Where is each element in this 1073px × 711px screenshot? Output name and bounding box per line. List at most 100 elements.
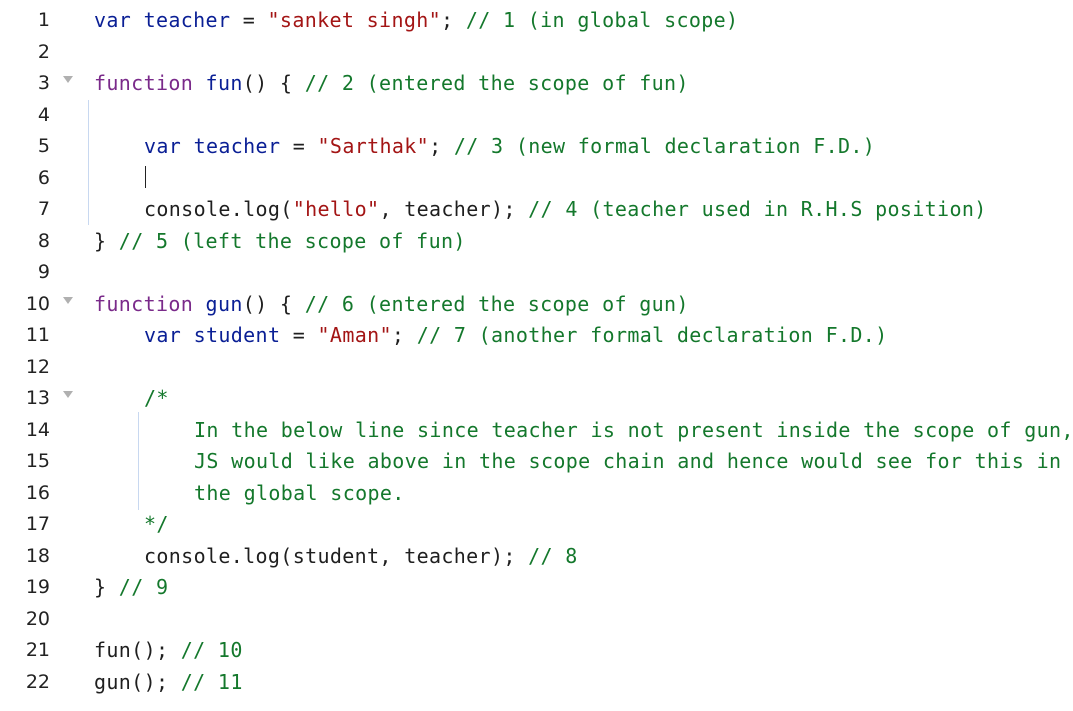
code-token: "sanket singh" <box>267 8 442 32</box>
code-token: // 8 <box>528 543 578 568</box>
code-text: } // 5 (left the scope of fun) <box>94 229 466 253</box>
code-line[interactable]: 21 fun(); // 10 <box>0 634 1073 665</box>
code-token: ; <box>441 8 466 32</box>
code-token: () { <box>242 291 305 316</box>
code-token: JS would like above in the scope chain a… <box>194 449 1062 473</box>
code-token: var <box>144 323 182 347</box>
code-token: teacher <box>193 134 281 158</box>
code-token: gun(); <box>94 669 181 694</box>
code-line[interactable]: 5 var teacher = "Sarthak"; // 3 (new form… <box>0 130 1073 161</box>
line-number: 8 <box>37 229 50 252</box>
line-number: 12 <box>25 355 50 378</box>
code-line[interactable]: 19 } // 9 <box>0 571 1073 602</box>
code-token: // 3 (new formal declaration F.D.) <box>453 134 876 158</box>
code-line[interactable]: 17 */ <box>0 508 1073 539</box>
code-token: // 6 (entered the scope of gun) <box>304 291 689 316</box>
line-number: 5 <box>37 135 50 157</box>
code-text: } // 9 <box>94 575 168 599</box>
code-token: // 5 (left the scope of fun) <box>118 228 466 253</box>
code-line[interactable]: 16 the global scope. <box>0 477 1073 508</box>
line-number: 16 <box>25 481 50 504</box>
code-text: console.log(student, teacher); // 8 <box>144 544 578 568</box>
code-token: console.log( <box>144 197 293 221</box>
code-text: In the below line since teacher is not p… <box>194 418 1073 442</box>
line-number: 1 <box>37 9 50 31</box>
code-line[interactable]: 15 JS would like above in the scope chain… <box>0 445 1073 476</box>
code-text: function fun() { // 2 (entered the scope… <box>94 71 689 95</box>
code-line[interactable]: 13 /* <box>0 382 1073 413</box>
fold-chevron-icon[interactable] <box>63 296 73 304</box>
code-line[interactable]: 18 console.log(student, teacher); // 8 <box>0 540 1073 571</box>
code-editor[interactable]: 1 var teacher = "sanket singh"; // 1 (in … <box>0 0 1073 711</box>
code-text: /* <box>144 386 169 410</box>
code-line[interactable]: 22 gun(); // 11 <box>0 666 1073 697</box>
code-line[interactable]: 11 var student = "Aman"; // 7 (another fo… <box>0 319 1073 350</box>
code-token: // 7 (another formal declaration F.D.) <box>416 323 888 347</box>
code-token: ; <box>391 323 417 347</box>
line-number: 14 <box>25 418 50 441</box>
indent-guide <box>88 100 89 225</box>
line-number: 13 <box>25 387 50 409</box>
code-token: } <box>94 228 119 253</box>
code-line[interactable]: 3 function fun() { // 2 (entered the scop… <box>0 67 1073 98</box>
code-text: var student = "Aman"; // 7 (another form… <box>144 323 888 347</box>
code-token: ; <box>429 134 454 158</box>
code-token: teacher <box>143 8 231 32</box>
code-line[interactable]: 10 function gun() { // 6 (entered the sco… <box>0 288 1073 319</box>
code-token: // 10 <box>180 638 243 662</box>
code-token: , teacher); <box>379 197 529 221</box>
fold-chevron-icon[interactable] <box>63 76 73 83</box>
line-number: 17 <box>25 513 50 535</box>
code-text: JS would like above in the scope chain a… <box>194 449 1061 473</box>
code-token: student <box>193 323 281 347</box>
line-number: 19 <box>25 576 50 598</box>
code-token: "hello" <box>292 197 380 221</box>
code-token: // 4 (teacher used in R.H.S position) <box>528 197 987 221</box>
code-token: } <box>94 575 119 599</box>
code-line[interactable]: 6 <box>0 162 1073 193</box>
code-line[interactable]: 2 <box>0 36 1073 67</box>
code-line[interactable]: 12 <box>0 351 1073 382</box>
line-number: 11 <box>25 324 50 346</box>
code-text: var teacher = "Sarthak"; // 3 (new forma… <box>144 134 875 158</box>
code-text: */ <box>144 512 169 536</box>
code-line[interactable]: 20 <box>0 603 1073 634</box>
line-number: 10 <box>25 292 50 315</box>
code-text: console.log("hello", teacher); // 4 (tea… <box>144 197 987 221</box>
code-line[interactable]: 9 <box>0 256 1073 287</box>
code-text: function gun() { // 6 (entered the scope… <box>94 292 689 316</box>
fold-chevron-icon[interactable] <box>63 391 73 398</box>
line-number: 20 <box>25 607 50 630</box>
code-token: = <box>280 134 318 158</box>
indent-guide <box>138 412 139 510</box>
code-token: // 1 (in global scope) <box>465 8 739 32</box>
code-line[interactable]: 7 console.log("hello", teacher); // 4 (te… <box>0 193 1073 224</box>
code-token: the global scope. <box>194 480 405 505</box>
code-token: In the below line since teacher is not p… <box>194 417 1073 442</box>
line-number: 22 <box>25 670 50 693</box>
code-token: // 2 (entered the scope of fun) <box>304 71 689 95</box>
line-number: 3 <box>37 72 50 94</box>
code-token: "Sarthak" <box>317 134 430 158</box>
line-number: 7 <box>37 198 50 220</box>
code-token: var <box>144 134 182 158</box>
code-line[interactable]: 4 <box>0 99 1073 130</box>
code-line[interactable]: 14 In the below line since teacher is not… <box>0 414 1073 445</box>
code-token: function <box>94 291 194 316</box>
code-token: "Aman" <box>317 323 392 347</box>
code-line[interactable]: 8} // 5 (left the scope of fun) <box>0 225 1073 256</box>
code-token: /* <box>144 386 169 410</box>
code-token: gun <box>205 291 243 316</box>
line-number: 2 <box>37 40 50 63</box>
code-token: fun <box>205 71 243 95</box>
code-token: function <box>94 71 194 95</box>
line-number: 9 <box>37 261 50 283</box>
line-number: 15 <box>25 450 50 472</box>
code-token: fun(); <box>94 638 181 662</box>
code-line[interactable]: 1 var teacher = "sanket singh"; // 1 (in … <box>0 4 1073 35</box>
